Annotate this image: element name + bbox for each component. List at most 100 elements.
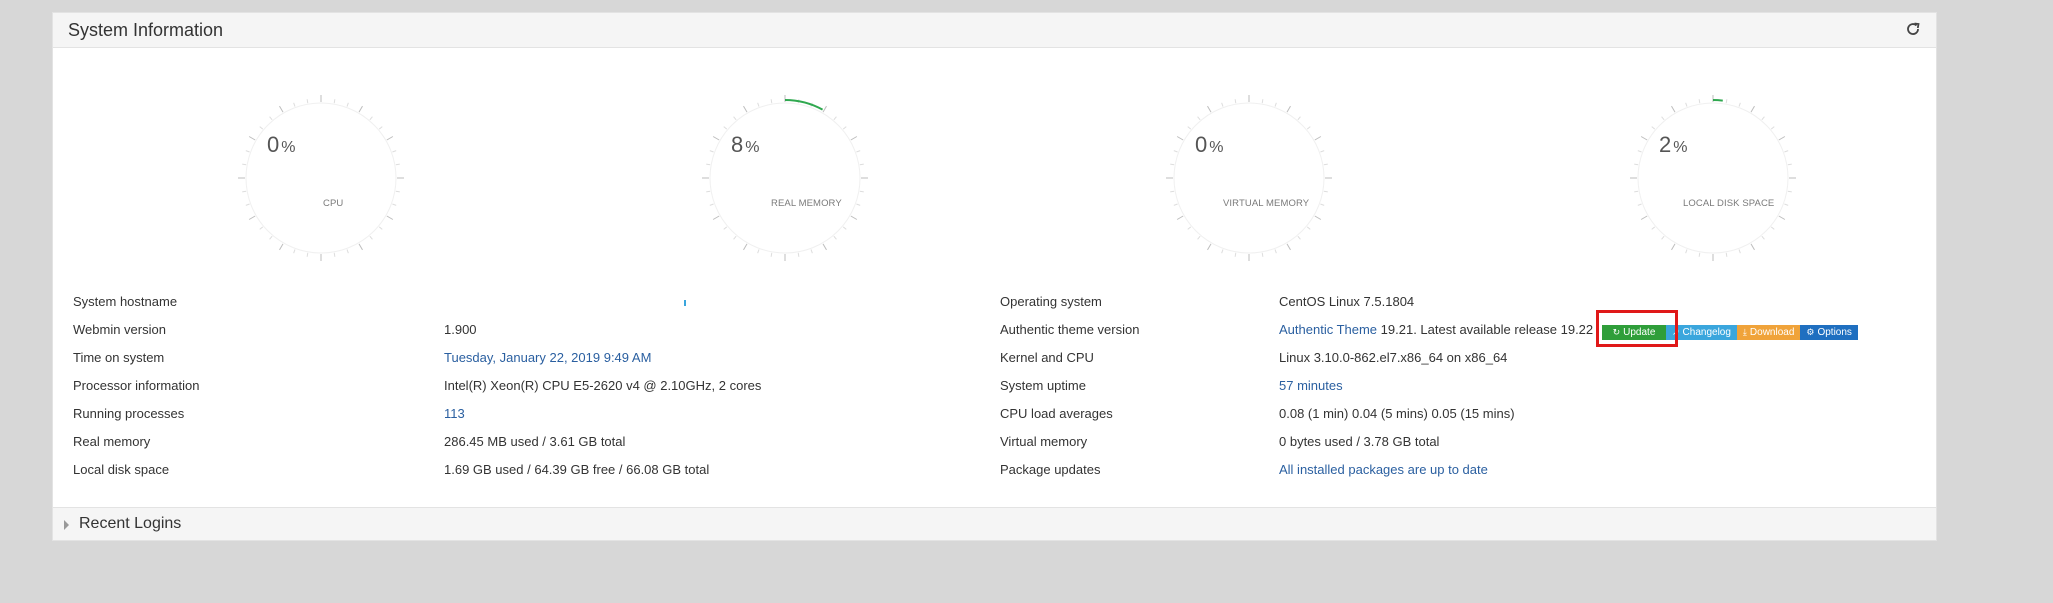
gauge-arc	[784, 99, 824, 111]
operating-system-label: Operating system	[1000, 294, 1102, 309]
time-on-system-link[interactable]: Tuesday, January 22, 2019 9:49 AM	[444, 344, 651, 372]
cpu-load-label: CPU load averages	[1000, 406, 1113, 421]
gauge-tick	[1698, 99, 1701, 104]
time-on-system-label: Time on system	[73, 350, 165, 365]
gauge-tick	[1671, 105, 1676, 113]
gauge-tick	[810, 249, 813, 254]
kernel-cpu-label: Kernel and CPU	[1000, 350, 1094, 365]
gauge-tick	[1207, 243, 1212, 251]
webmin-version-value: 1.900	[444, 322, 477, 337]
gauge-tick	[709, 203, 714, 206]
gauge-tick	[1738, 102, 1741, 107]
gauge-tick	[743, 243, 748, 251]
gauge-tick	[392, 203, 397, 206]
gauge-tick	[859, 163, 864, 166]
gauge-tick	[822, 105, 827, 113]
gauge-tick	[293, 249, 296, 254]
gauge-tick	[1297, 235, 1301, 240]
gauge-tick	[706, 190, 711, 193]
gauge-tick	[1173, 150, 1178, 153]
system-uptime-link[interactable]: 57 minutes	[1279, 372, 1343, 400]
gauge-tick	[709, 150, 714, 153]
gauge-tick	[395, 163, 400, 166]
gauge-tick	[1750, 105, 1755, 113]
gauge-tick	[1197, 235, 1201, 240]
gauge-tick	[346, 102, 349, 107]
gauge-tick	[733, 235, 737, 240]
gauge-tick	[395, 190, 400, 193]
update-button[interactable]: ↻ Update	[1602, 325, 1666, 340]
gauge-tick	[386, 215, 394, 220]
gauge-tick	[856, 150, 861, 153]
gauge-tick	[1637, 203, 1642, 206]
gauge-value: 0%	[1195, 132, 1224, 157]
changelog-button[interactable]: ↗ Changelog	[1666, 325, 1737, 340]
package-updates-label: Package updates	[1000, 462, 1101, 477]
hostname-label: System hostname	[73, 294, 178, 309]
gauge-tick	[1234, 252, 1237, 257]
download-button[interactable]: ⤓ Download	[1736, 325, 1801, 340]
local-disk-space-value: 1.69 GB used / 64.39 GB free / 66.08 GB …	[444, 462, 710, 477]
gauge-tick	[757, 249, 760, 254]
gauge-track	[1637, 102, 1789, 254]
running-processes-link[interactable]: 113	[444, 400, 465, 428]
gauges-row: 0% CPU 8% REAL MEMORY 0% VIRTUAL MEMORY …	[53, 48, 1936, 278]
gauge-tick	[269, 235, 273, 240]
gauge-tick	[770, 252, 773, 257]
gauge-value: 2%	[1659, 132, 1688, 157]
gauge-tick	[1750, 243, 1755, 251]
gauge-tick	[245, 203, 250, 206]
gauge-tick	[706, 163, 711, 166]
gauge-track	[709, 102, 861, 254]
gauge-tick	[1634, 190, 1639, 193]
gauge-tick	[1640, 215, 1648, 220]
gauge-tick	[346, 249, 349, 254]
gauge-tick	[842, 126, 847, 130]
processor-info-label: Processor information	[73, 378, 200, 393]
system-information-panel: System Information 0% CPU 8% REAL MEMORY…	[52, 12, 1937, 533]
gauge-tick	[1637, 150, 1642, 153]
gauge-tick	[248, 136, 256, 141]
gauge-arc	[1712, 99, 1723, 102]
gauge-tick	[1661, 116, 1665, 121]
virtual-memory-value: 0 bytes used / 3.78 GB total	[1279, 434, 1440, 449]
gauge-tick	[1197, 116, 1201, 121]
gauge-tick	[1698, 252, 1701, 257]
hostname-value[interactable]	[684, 288, 686, 316]
external-link-icon: ↗	[1672, 327, 1680, 337]
gauge-tick	[1725, 99, 1728, 104]
gauge-tick	[1671, 243, 1676, 251]
gauge-tick	[1770, 226, 1775, 230]
operating-system-value: CentOS Linux 7.5.1804	[1279, 294, 1415, 309]
gauge-tick	[386, 136, 394, 141]
gauge-tick	[242, 163, 247, 166]
gauge-tick	[269, 116, 273, 121]
authentic-theme-link[interactable]: Authentic Theme	[1279, 322, 1377, 337]
theme-button-group: ↻ Update ↗ Changelog ⤓ Download ⚙ Options	[1602, 325, 1858, 340]
gauge-tick	[378, 126, 383, 130]
gauge-tick	[1261, 99, 1264, 104]
gauge-track	[1173, 102, 1325, 254]
gauge-tick	[1784, 150, 1789, 153]
gauge-tick	[1651, 126, 1656, 130]
gauge-tick	[1314, 136, 1322, 141]
refresh-icon[interactable]	[1904, 20, 1922, 38]
gauge-value: 0%	[267, 132, 296, 157]
gauge-tick	[1234, 99, 1237, 104]
gauge-tick	[245, 150, 250, 153]
package-updates-link[interactable]: All installed packages are up to date	[1279, 456, 1488, 484]
real-memory-gauge: 8% REAL MEMORY	[695, 88, 875, 268]
virtual-memory-gauge: 0% VIRTUAL MEMORY	[1159, 88, 1339, 268]
gauge-tick	[279, 243, 284, 251]
gauge-tick	[1274, 249, 1277, 254]
options-button[interactable]: ⚙ Options	[1800, 325, 1858, 340]
gauge-tick	[1738, 249, 1741, 254]
gears-icon: ⚙	[1806, 327, 1815, 337]
gauge-tick	[712, 215, 720, 220]
system-uptime-label: System uptime	[1000, 378, 1086, 393]
gauge-tick	[1306, 126, 1311, 130]
gauge-tick	[242, 190, 247, 193]
gauge-tick	[859, 190, 864, 193]
recent-logins-panel[interactable]: Recent Logins	[52, 507, 1937, 541]
gauge-tick	[358, 105, 363, 113]
